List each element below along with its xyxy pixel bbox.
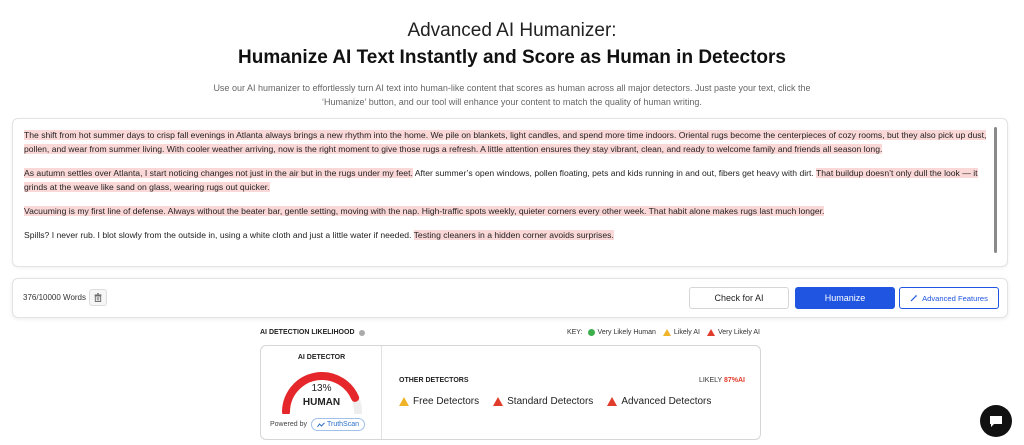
editor-paragraph: The shift from hot summer days to crisp … [24,128,992,156]
editor-paragraph: As autumn settles over Atlanta, I start … [24,166,992,194]
warning-red-icon [706,329,715,336]
chat-button[interactable] [980,405,1012,437]
detection-header: AI DETECTION LIKELIHOOD KEY: Very Likely… [260,329,760,341]
truthscan-badge[interactable]: TruthScan [310,418,366,431]
human-label: HUMAN [302,397,341,408]
ai-highlighted-text: As autumn settles over Atlanta, I start … [24,168,413,178]
warning-red-icon [607,397,618,406]
human-percent: 13% [311,383,332,394]
ai-highlighted-text: The shift from hot summer days to crisp … [24,130,987,154]
detector-free-label: Free Detectors [413,396,480,407]
detection-card: AI DETECTOR 13% HUMAN Powered by TruthSc… [260,345,761,440]
likely-value: 87%AI [723,377,745,384]
editor-paragraph: Vacuuming is my first line of defense. A… [24,204,992,218]
detection-title: AI DETECTION LIKELIHOOD [260,329,365,336]
editor-text-segment: Spills? I never rub. I blot slowly from … [24,230,414,240]
detection-key: KEY: Very Likely Human Likely AI Very Li… [567,329,760,336]
likely-label: LIKELY [698,377,723,384]
detector-free: Free Detectors [399,396,479,407]
info-icon[interactable] [358,329,365,336]
key-very-likely-ai: Very Likely AI [717,329,760,336]
advanced-features-button[interactable]: Advanced Features [899,287,999,309]
detector-standard: Standard Detectors [493,396,593,407]
powered-by-label: Powered by [270,421,307,428]
detection-title-text: AI DETECTION LIKELIHOOD [260,329,355,336]
check-for-ai-button[interactable]: Check for AI [689,287,789,309]
likely-score: LIKELY 87%AI [699,377,745,384]
magic-wand-icon [910,294,918,302]
editor-toolbar: 376/10000 Words Check for AI Humanize Ad… [12,278,1008,318]
trash-icon [94,293,102,302]
detector-advanced: Advanced Detectors [607,396,711,407]
check-circle-icon [587,329,595,336]
editor-text-segment: After summer’s open windows, pollen floa… [412,168,817,178]
key-label: KEY: [566,329,583,336]
warning-yellow-icon [662,329,671,336]
detector-list: Free Detectors Standard Detectors Advanc… [399,396,711,407]
text-editor[interactable]: The shift from hot summer days to crisp … [12,118,1008,267]
other-detectors-label: OTHER DETECTORS [399,377,469,384]
page-subtitle: Use our AI humanizer to effortlessly tur… [213,83,811,107]
warning-red-icon [493,397,504,406]
powered-by: Powered by TruthScan [270,418,366,431]
page-title-line2: Humanize AI Text Instantly and Score as … [238,47,786,68]
detector-advanced-label: Advanced Detectors [621,396,712,407]
truthscan-logo-icon [317,421,325,427]
page-title-line1: Advanced AI Humanizer: [407,20,617,41]
clear-text-button[interactable] [89,289,107,306]
truthscan-label: TruthScan [326,421,360,428]
advanced-features-label: Advanced Features [922,293,988,303]
chat-bubble-icon [990,415,1002,427]
editor-paragraph: Spills? I never rub. I blot slowly from … [24,228,992,242]
humanize-button[interactable]: Humanize [795,287,895,309]
ai-highlighted-text: Vacuuming is my first line of defense. A… [24,206,825,216]
key-likely-ai: Likely AI [673,329,700,336]
warning-yellow-icon [399,397,409,406]
detector-standard-label: Standard Detectors [507,396,594,407]
key-very-likely-human: Very Likely Human [597,329,656,336]
ai-detector-panel: AI DETECTOR 13% HUMAN Powered by TruthSc… [261,346,382,439]
word-count: 376/10000 Words [23,293,87,302]
other-detectors-panel: OTHER DETECTORS LIKELY 87%AI Free Detect… [383,346,760,439]
editor-content[interactable]: The shift from hot summer days to crisp … [24,128,992,252]
ai-detector-label: AI DETECTOR [297,354,346,361]
ai-highlighted-text: Testing cleaners in a hidden corner avoi… [413,230,614,240]
editor-scrollbar[interactable] [994,127,997,253]
